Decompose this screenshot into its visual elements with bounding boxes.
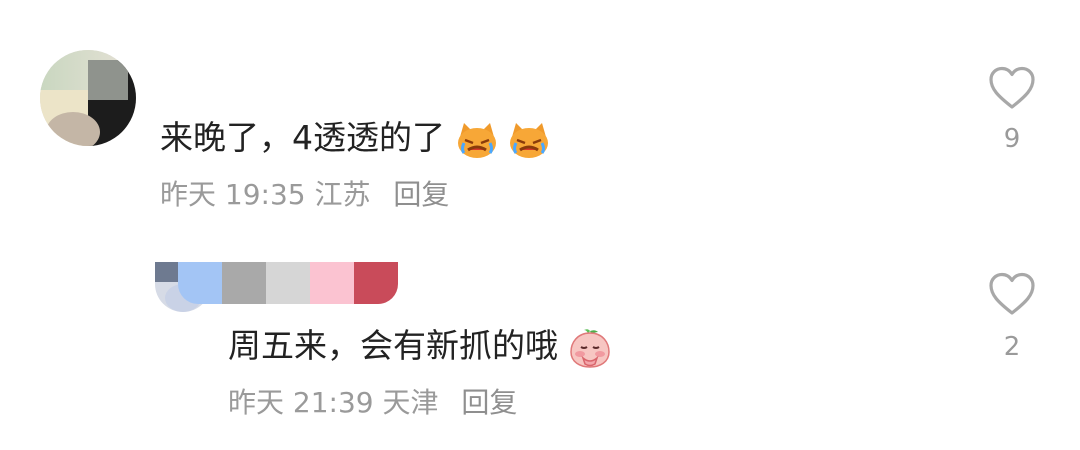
color-swatch [354,262,398,304]
heart-icon[interactable] [988,272,1036,316]
comment-body: 来晚了，4透透的了 [160,118,550,159]
commenter-avatar[interactable] [40,50,136,146]
comment-location: 江苏 [314,178,371,211]
commenter-name-masked[interactable]: ▔ ▔▔ [160,72,240,88]
reply-text: 周五来，会有新抓的哦 [228,326,558,365]
reply-location: 天津 [382,386,439,419]
like-count: 9 [1003,124,1021,154]
crying-cat-emoji [457,122,496,158]
comment-time: 昨天 19:35 [160,178,306,211]
reply-button[interactable]: 回复 [461,386,517,419]
reply-body: 周五来，会有新抓的哦 [228,326,611,369]
color-swatch [178,262,222,304]
color-swatch [310,262,354,304]
comment-text: 来晚了，4透透的了 [160,118,445,157]
heart-icon[interactable] [988,66,1036,110]
like-count: 2 [1003,332,1021,362]
reply-time: 昨天 21:39 [228,386,374,419]
color-swatch [222,262,266,304]
reply-button[interactable]: 回复 [393,178,449,211]
comment-meta: 昨天 19:35 江苏 回复 [160,178,449,212]
color-swatch [266,262,310,304]
crying-cat-emoji [510,122,548,158]
reply-meta: 昨天 21:39 天津 回复 [228,386,517,420]
reply-name-masked[interactable] [178,262,398,304]
pleading-peach-emoji [569,328,610,368]
